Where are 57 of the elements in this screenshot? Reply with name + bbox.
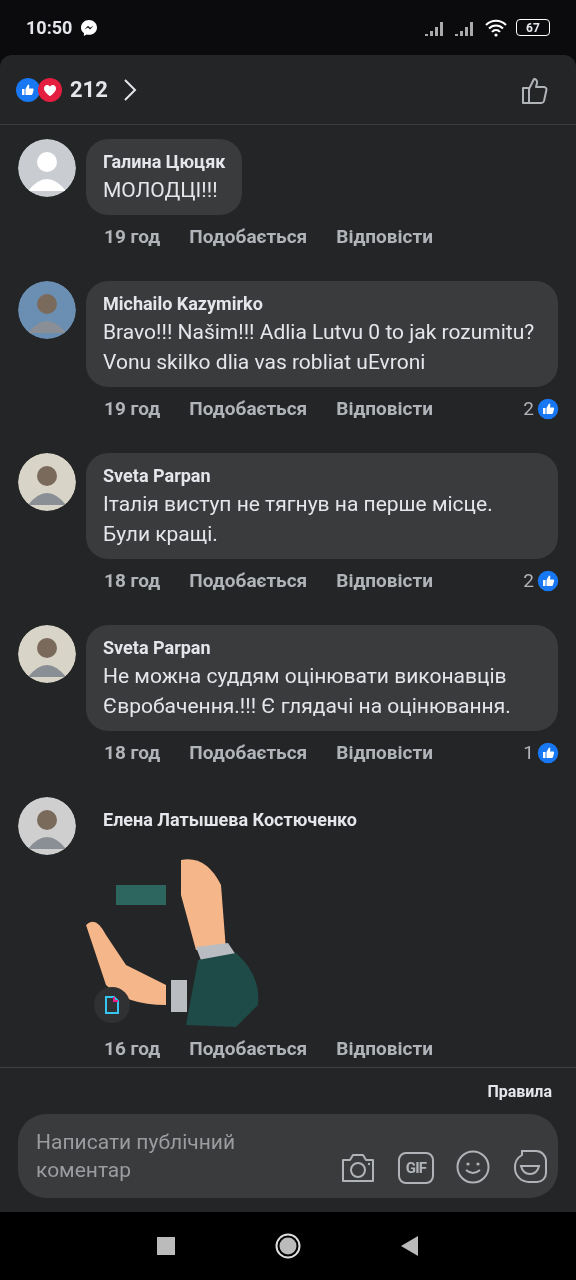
comment-time: 18 год [104, 567, 161, 594]
comment-input-field[interactable]: Написати публічний коментар GIF [18, 1114, 558, 1198]
avatar[interactable] [18, 453, 76, 511]
smiley-icon[interactable] [456, 1150, 490, 1184]
like-icon [536, 569, 560, 593]
reply-link[interactable]: Відповісти [336, 738, 433, 768]
comment-bubble[interactable]: Michailo Kazymirko Bravo!!! Našim!!! Adlia Lutvu 0 to jak rozumitu? Vonu skilko dlia vas robliat uEvroni [86, 281, 558, 387]
camera-icon[interactable] [340, 1152, 376, 1184]
comment-text: Не можна суддям оцінювати виконавців Євробачення.!!! Є глядачі на оцінювання. [103, 663, 512, 720]
rules-link[interactable]: Правила [487, 1080, 558, 1104]
signal-icon [424, 19, 446, 36]
comment-bubble[interactable]: Галина Цюцяк МОЛОДЦІ!!! [86, 139, 243, 215]
avatar[interactable] [18, 139, 76, 197]
reply-link[interactable]: Відповісти [336, 566, 433, 596]
reply-link[interactable]: Відповісти [336, 1034, 433, 1064]
comment-text: Італія виступ не тягнув на перше місце. Були кращі. [103, 491, 494, 548]
comment-time: 19 год [104, 223, 161, 250]
comment-text: Bravo!!! Našim!!! Adlia Lutvu 0 to jak rozumitu? Vonu skilko dlia vas robliat uEvroni [103, 319, 536, 376]
comment-time: 19 год [104, 395, 161, 422]
like-icon [536, 397, 560, 421]
comment-placeholder: Написати публічний коментар [36, 1129, 237, 1184]
comment-time: 18 год [104, 739, 161, 766]
comment-text: МОЛОДЦІ!!! [103, 177, 219, 204]
reply-link[interactable]: Відповісти [336, 394, 433, 424]
like-icon [536, 741, 560, 765]
home-icon[interactable] [275, 1233, 301, 1259]
comment-author[interactable]: Sveta Parpan [103, 463, 541, 489]
comment-bubble[interactable]: Sveta Parpan Італія виступ не тягнув на перше місце. Були кращі. [86, 453, 558, 559]
back-icon[interactable] [401, 1236, 419, 1256]
battery-indicator: 67 [516, 19, 550, 36]
chevron-right-icon[interactable] [121, 77, 138, 102]
comment-author[interactable]: Michailo Kazymirko [103, 291, 541, 317]
comment-time: 16 год [104, 1035, 161, 1062]
like-icon [16, 77, 40, 102]
comment-bubble[interactable]: Sveta Parpan Не можна суддям оцінювати виконавців Євробачення.!!! Є глядачі на оцінювання. [86, 625, 558, 731]
signal-icon [454, 19, 476, 36]
comment-author[interactable]: Галина Цюцяк [103, 149, 226, 175]
like-count[interactable]: 2 [523, 566, 534, 596]
like-link[interactable]: Подобається [189, 394, 308, 424]
like-link[interactable]: Подобається [189, 1034, 308, 1064]
clock: 10:50 [26, 16, 73, 40]
file-icon [105, 996, 119, 1014]
comment-author[interactable]: Елена Латышева Костюченко [86, 797, 560, 833]
messenger-icon [80, 18, 99, 37]
avatar[interactable] [18, 797, 76, 855]
avatar[interactable] [18, 625, 76, 683]
gif-button[interactable]: GIF [398, 1152, 434, 1184]
like-link[interactable]: Подобається [189, 566, 308, 596]
like-link[interactable]: Подобається [189, 738, 308, 768]
sticker-icon[interactable] [512, 1148, 548, 1184]
reaction-count[interactable]: 212 [70, 73, 108, 106]
wifi-icon [484, 18, 508, 37]
like-link[interactable]: Подобається [189, 222, 308, 252]
like-count[interactable]: 2 [523, 394, 534, 424]
comment-author[interactable]: Sveta Parpan [103, 635, 541, 661]
reply-link[interactable]: Відповісти [336, 222, 433, 252]
like-count[interactable]: 1 [523, 738, 534, 768]
